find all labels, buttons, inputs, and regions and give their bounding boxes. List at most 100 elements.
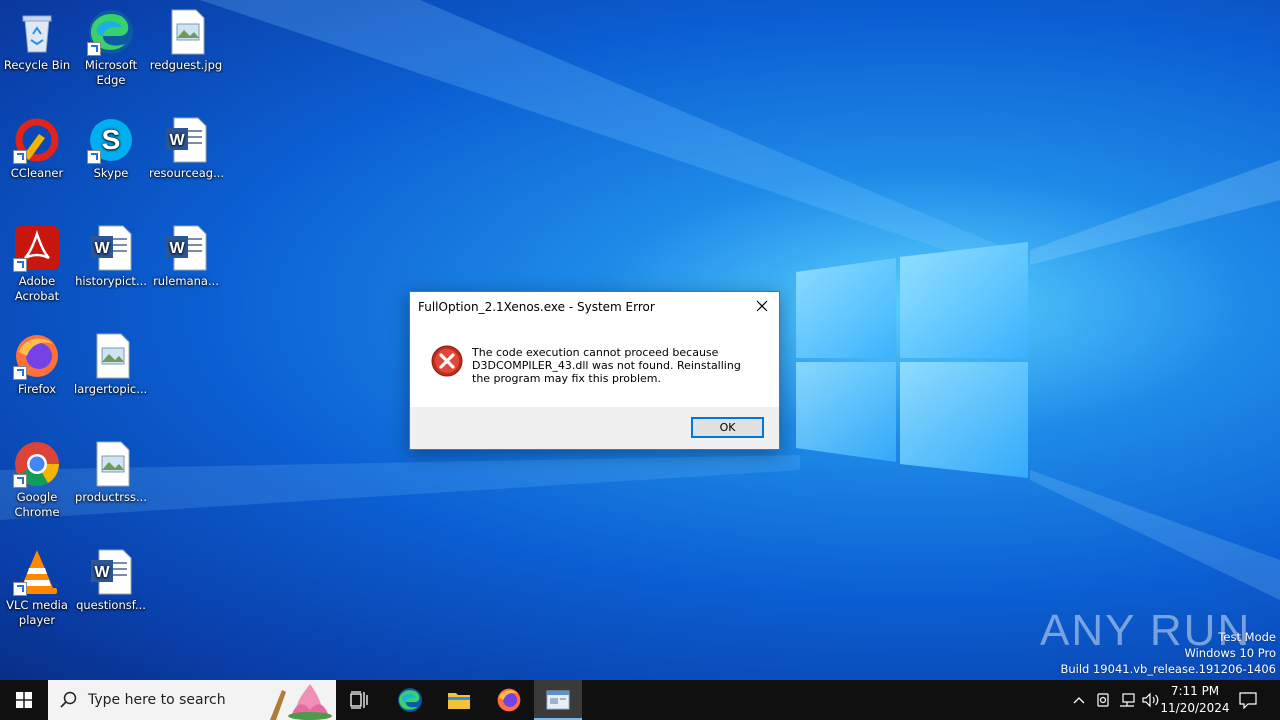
- build-line: Build 19041.vb_release.191206-1406: [1060, 662, 1276, 676]
- desktop-icon-label: largertopic....: [74, 382, 148, 396]
- desktop-icon-productrss[interactable]: productrss...: [74, 440, 148, 505]
- test-mode-line: Test Mode: [1218, 630, 1276, 644]
- taskbar-error-app-button[interactable]: [534, 680, 582, 720]
- image-file-icon: [87, 440, 135, 488]
- word-doc-icon: W: [162, 224, 210, 272]
- taskbar-search-box[interactable]: Type here to search: [48, 680, 336, 720]
- chrome-icon: [13, 440, 61, 488]
- shortcut-arrow-icon: [13, 150, 27, 164]
- notifications-button[interactable]: [1234, 680, 1262, 720]
- desktop-icon-firefox[interactable]: Firefox: [0, 332, 74, 397]
- tray-volume-button[interactable]: [1140, 680, 1162, 720]
- windows-logo-wallpaper: [796, 242, 1028, 478]
- windows-start-icon: [16, 692, 32, 708]
- task-view-icon: [350, 691, 368, 709]
- chevron-up-icon: [1073, 697, 1085, 704]
- clock-time: 7:11 PM: [1170, 684, 1220, 698]
- svg-text:W: W: [169, 132, 185, 149]
- shortcut-arrow-icon: [87, 42, 101, 56]
- edge-icon: [398, 688, 422, 712]
- desktop-icon-redguest[interactable]: redguest.jpg: [149, 8, 223, 73]
- show-hidden-icons-button[interactable]: [1068, 680, 1090, 720]
- desktop-icon-largertopic[interactable]: largertopic....: [74, 332, 148, 397]
- clock-date: 11/20/2024: [1160, 701, 1230, 715]
- search-placeholder: Type here to search: [88, 692, 226, 708]
- vlc-icon: [13, 548, 61, 596]
- tray-network-button[interactable]: [1116, 680, 1138, 720]
- task-view-button[interactable]: [336, 680, 384, 720]
- desktop-icon-microsoft-edge[interactable]: Microsoft Edge: [74, 8, 148, 88]
- desktop-icon-label: Firefox: [17, 382, 57, 396]
- desktop-icon-ccleaner[interactable]: CCleaner: [0, 116, 74, 181]
- desktop-icon-resourceag[interactable]: W resourceag...: [149, 116, 223, 181]
- desktop-icon-label: Recycle Bin: [3, 58, 71, 72]
- volume-icon: [1142, 692, 1159, 708]
- shortcut-arrow-icon: [13, 582, 27, 596]
- desktop-icon-label: Adobe Acrobat: [14, 274, 60, 303]
- desktop-icon-adobe-acrobat[interactable]: Adobe Acrobat: [0, 224, 74, 304]
- firefox-icon: [497, 688, 521, 712]
- desktop-icon-label: Google Chrome: [14, 490, 60, 519]
- svg-text:W: W: [94, 564, 110, 581]
- ccleaner-icon: [13, 116, 61, 164]
- close-icon: [756, 300, 768, 312]
- desktop-icon-questionsf[interactable]: W questionsf...: [74, 548, 148, 613]
- search-icon: [60, 691, 77, 708]
- desktop-icon-skype[interactable]: S Skype: [74, 116, 148, 181]
- dialog-title: FullOption_2.1Xenos.exe - System Error: [418, 300, 655, 314]
- edge-icon: [87, 8, 135, 56]
- desktop-icon-rulemana[interactable]: W rulemana...: [149, 224, 223, 289]
- firefox-icon: [13, 332, 61, 380]
- system-error-dialog: FullOption_2.1Xenos.exe - System Error T…: [409, 291, 780, 450]
- taskbar-file-explorer-button[interactable]: [435, 680, 483, 720]
- device-icon: [1097, 693, 1109, 707]
- search-highlight-lotus-icon: [270, 684, 332, 720]
- desktop-icon-google-chrome[interactable]: Google Chrome: [0, 440, 74, 520]
- desktop-icon-historypict[interactable]: W historypict...: [74, 224, 148, 289]
- network-icon: [1120, 693, 1135, 707]
- desktop-icon-label: redguest.jpg: [149, 58, 223, 72]
- error-icon: [431, 345, 463, 377]
- desktop-icon-vlc[interactable]: VLC media player: [0, 548, 74, 628]
- desktop-icon-label: historypict...: [75, 274, 147, 288]
- windows-edition-line: Windows 10 Pro: [1184, 646, 1276, 660]
- svg-text:W: W: [169, 240, 185, 257]
- acrobat-icon: [13, 224, 61, 272]
- dialog-footer: OK: [410, 407, 779, 449]
- desktop-icon-label: resourceag...: [149, 166, 223, 180]
- desktop-icon-label: rulemana...: [153, 274, 219, 288]
- test-mode-text: Test Mode Windows 10 Pro Build 19041.vb_…: [1060, 629, 1276, 677]
- tray-device-button[interactable]: [1092, 680, 1114, 720]
- folder-icon: [448, 693, 470, 709]
- start-button[interactable]: [0, 680, 48, 720]
- shortcut-arrow-icon: [87, 150, 101, 164]
- taskbar: Type here to search 7:11 PM 11/20/2024: [0, 680, 1280, 720]
- app-window-icon: [546, 690, 570, 710]
- svg-text:W: W: [94, 240, 110, 257]
- word-doc-icon: W: [87, 224, 135, 272]
- recycle-bin-icon: [13, 8, 61, 56]
- dialog-close-button[interactable]: [749, 294, 775, 318]
- desktop-icon-label: CCleaner: [10, 166, 64, 180]
- image-file-icon: [87, 332, 135, 380]
- shortcut-arrow-icon: [13, 258, 27, 272]
- taskbar-clock[interactable]: 7:11 PM 11/20/2024: [1160, 683, 1230, 717]
- taskbar-edge-button[interactable]: [386, 680, 434, 720]
- shortcut-arrow-icon: [13, 474, 27, 488]
- dialog-message: The code execution cannot proceed becaus…: [472, 346, 741, 385]
- notification-icon: [1239, 692, 1257, 709]
- desktop-icon-recycle-bin[interactable]: Recycle Bin: [0, 8, 74, 73]
- word-doc-icon: W: [162, 116, 210, 164]
- shortcut-arrow-icon: [13, 366, 27, 380]
- desktop: Recycle Bin CCleaner Adobe Acrobat Firef…: [0, 0, 1280, 680]
- word-doc-icon: W: [87, 548, 135, 596]
- svg-text:S: S: [102, 124, 121, 155]
- desktop-icon-label: VLC media player: [6, 598, 68, 627]
- taskbar-firefox-button[interactable]: [485, 680, 533, 720]
- skype-icon: S: [87, 116, 135, 164]
- desktop-icon-label: productrss...: [75, 490, 147, 504]
- ok-button[interactable]: OK: [691, 417, 764, 438]
- desktop-icon-label: Microsoft Edge: [84, 58, 138, 87]
- desktop-icon-label: questionsf...: [76, 598, 146, 612]
- image-file-icon: [162, 8, 210, 56]
